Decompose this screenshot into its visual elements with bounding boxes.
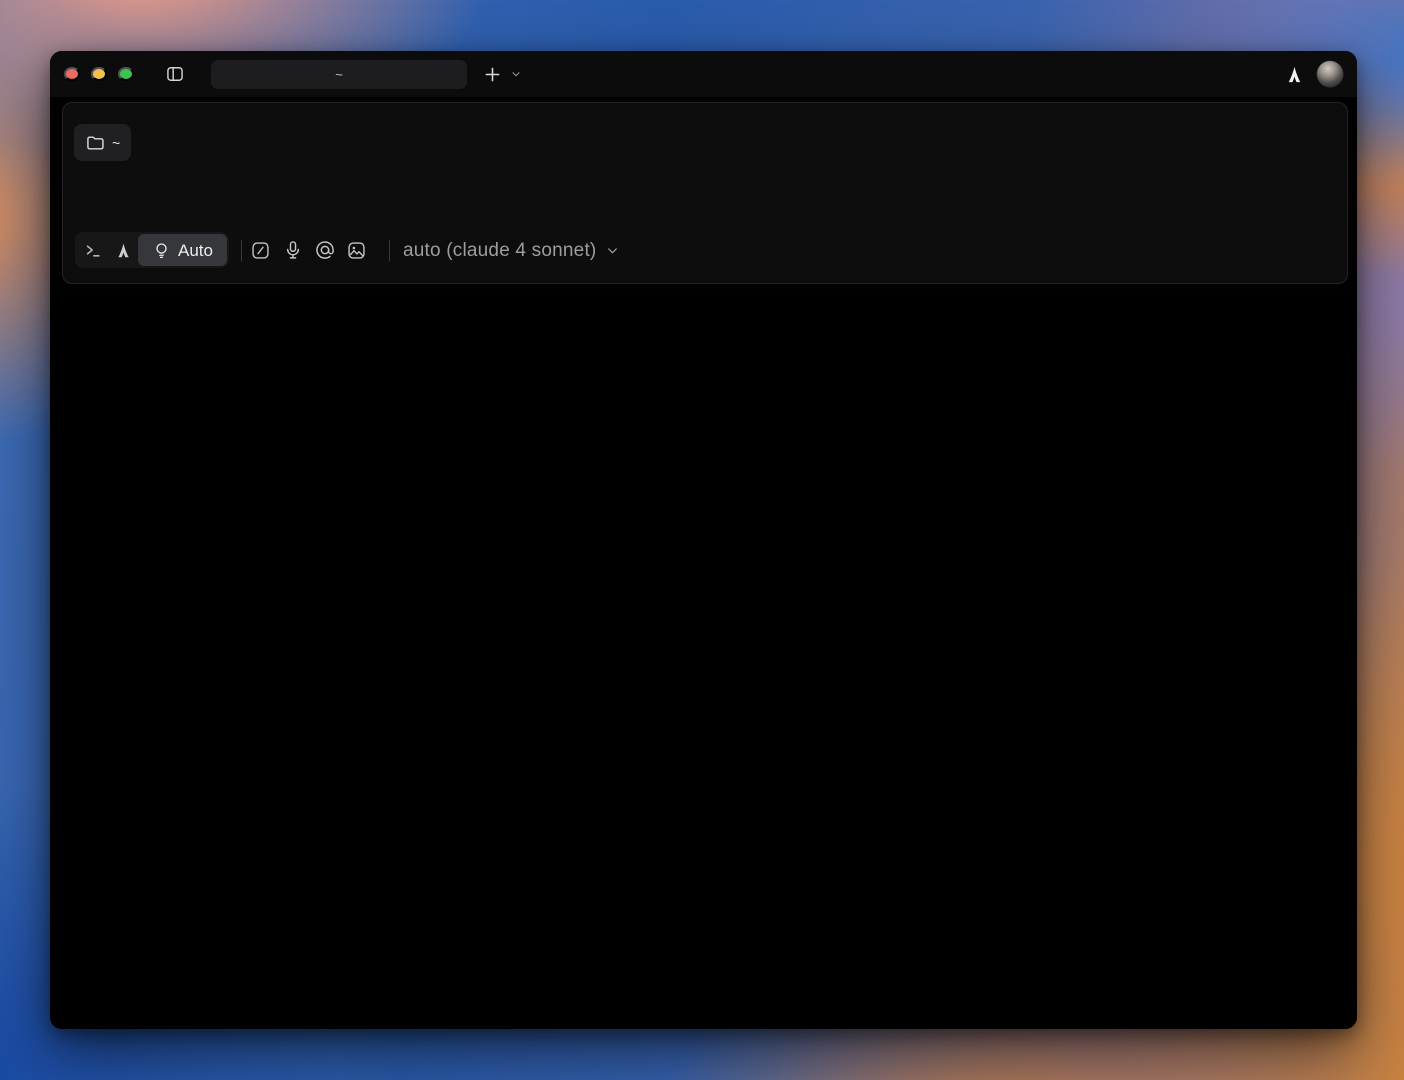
zoom-button[interactable] bbox=[118, 67, 134, 81]
folder-icon bbox=[85, 133, 105, 153]
mention-at-icon[interactable] bbox=[309, 234, 341, 266]
warp-logo-icon[interactable] bbox=[1284, 63, 1304, 85]
terminal-mode-button[interactable] bbox=[77, 234, 108, 266]
titlebar-right bbox=[1284, 61, 1343, 87]
terminal-prompt-icon bbox=[83, 240, 103, 260]
minimize-button[interactable] bbox=[91, 67, 107, 81]
directory-chip[interactable]: ~ bbox=[74, 124, 131, 161]
slash-command-icon[interactable] bbox=[245, 234, 277, 266]
close-button[interactable] bbox=[64, 67, 80, 81]
model-selector[interactable]: auto (claude 4 sonnet) bbox=[403, 241, 620, 260]
terminal-content-area[interactable] bbox=[50, 291, 1357, 1029]
desktop-wallpaper: ~ bbox=[0, 0, 1404, 1080]
microphone-icon[interactable] bbox=[277, 234, 309, 266]
titlebar: ~ bbox=[50, 51, 1357, 97]
tab-title: ~ bbox=[335, 68, 343, 81]
app-window: ~ bbox=[50, 51, 1357, 1029]
image-attach-icon[interactable] bbox=[341, 234, 373, 266]
auto-mode-label: Auto bbox=[178, 242, 213, 259]
composer-panel[interactable]: ~ bbox=[62, 102, 1348, 284]
directory-chip-label: ~ bbox=[112, 135, 120, 151]
agent-mode-button[interactable] bbox=[108, 234, 138, 266]
toolbar-divider bbox=[241, 240, 242, 261]
new-tab-plus-icon[interactable] bbox=[479, 61, 505, 87]
window-controls bbox=[64, 67, 134, 81]
user-avatar[interactable] bbox=[1317, 61, 1343, 87]
sidebar-toggle-icon[interactable] bbox=[163, 62, 187, 86]
lightbulb-icon bbox=[152, 241, 171, 260]
model-selector-label: auto (claude 4 sonnet) bbox=[403, 241, 596, 260]
tab-current[interactable]: ~ bbox=[211, 60, 467, 89]
chevron-down-icon bbox=[605, 243, 620, 258]
mode-selector: Auto bbox=[75, 232, 229, 268]
composer-toolbar: Auto bbox=[75, 232, 1335, 268]
tab-list-chevron-icon[interactable] bbox=[507, 65, 525, 83]
auto-mode-button[interactable]: Auto bbox=[138, 234, 227, 266]
warp-logo-icon bbox=[115, 241, 132, 260]
toolbar-divider bbox=[389, 240, 390, 261]
